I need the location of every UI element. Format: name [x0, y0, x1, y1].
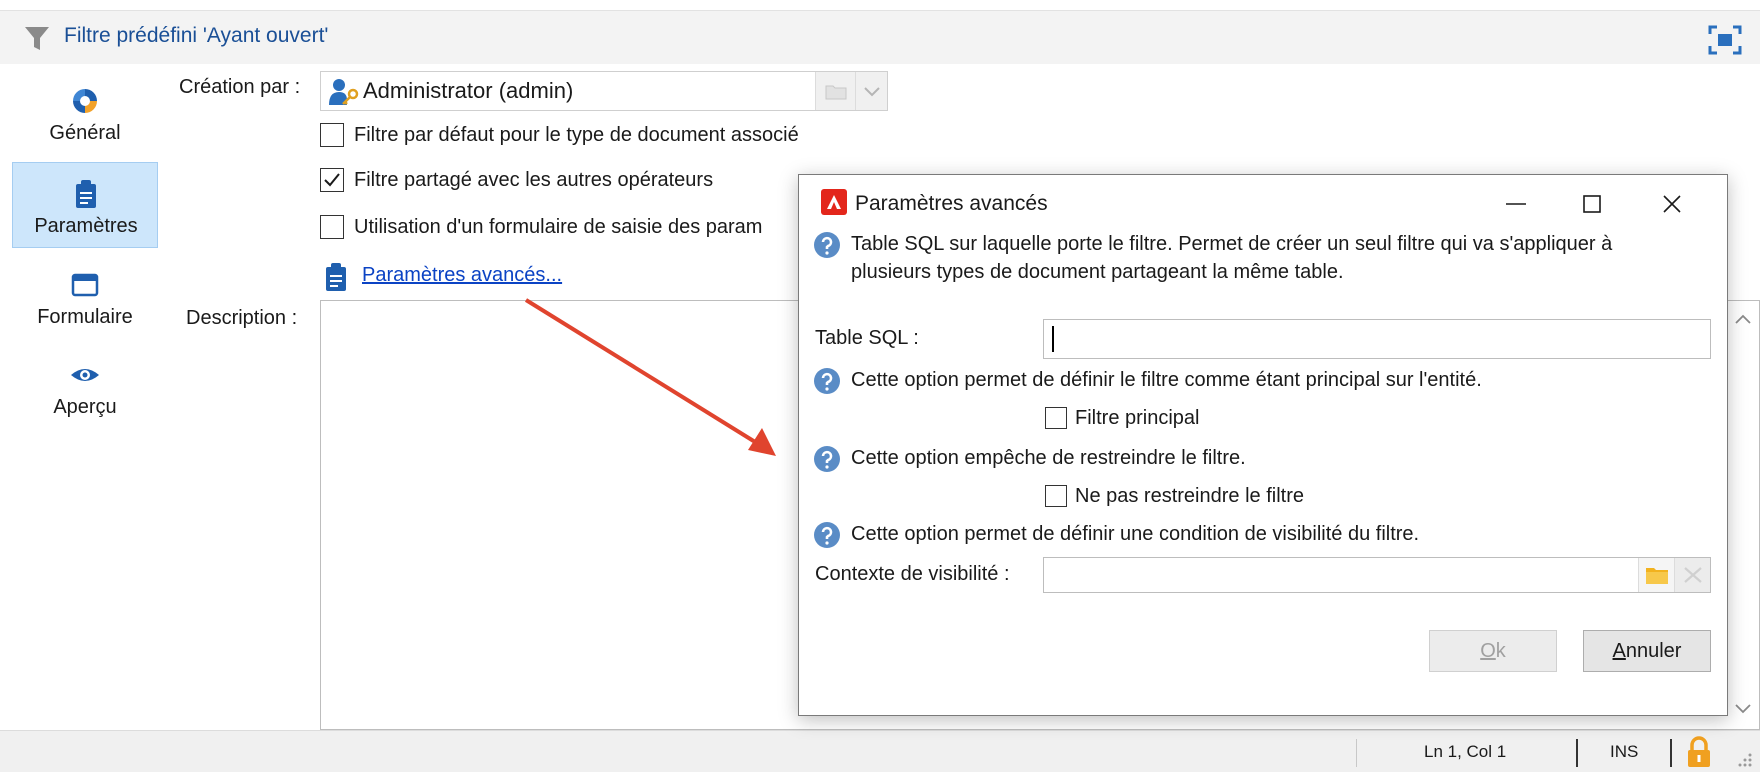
visibility-context-label: Contexte de visibilité : — [815, 563, 1010, 585]
no-restrict-label: Ne pas restreindre le filtre — [1075, 485, 1304, 507]
default-filter-checkbox[interactable] — [320, 123, 344, 147]
general-icon — [73, 89, 97, 113]
help-icon — [814, 522, 840, 548]
cursor-position: Ln 1, Col 1 — [1424, 742, 1507, 761]
maximize-icon[interactable] — [1708, 25, 1742, 55]
creator-label: Création par : — [179, 76, 301, 98]
scroll-up-icon[interactable] — [1734, 312, 1752, 326]
help-sql-text-1: Table SQL sur laquelle porte le filtre. … — [851, 233, 1613, 255]
clear-icon — [1684, 567, 1702, 583]
sidebar-item-label: Aperçu — [53, 396, 117, 418]
status-divider — [1576, 739, 1578, 767]
cancel-button[interactable]: Annuler — [1583, 630, 1711, 672]
visibility-clear-button[interactable] — [1674, 558, 1710, 592]
visibility-folder-button[interactable] — [1638, 558, 1674, 592]
sidebar-item-general[interactable]: Général — [12, 70, 158, 156]
description-label: Description : — [186, 307, 298, 329]
clipboard-icon — [326, 263, 346, 291]
maximize-button[interactable] — [1557, 179, 1627, 229]
status-divider — [1670, 739, 1672, 767]
clipboard-icon — [76, 180, 96, 208]
dialog-title: Paramètres avancés — [855, 192, 1048, 215]
help-visibility-text: Cette option permet de définir une condi… — [851, 523, 1420, 545]
checkmark-icon — [324, 173, 340, 187]
folder-icon — [1646, 568, 1668, 584]
creator-dropdown-button[interactable] — [855, 72, 887, 110]
minimize-button[interactable] — [1481, 179, 1551, 229]
chevron-down-icon — [864, 87, 880, 97]
sql-table-label: Table SQL : — [815, 327, 919, 349]
dialog-titlebar[interactable]: Paramètres avancés — [799, 175, 1727, 237]
advanced-settings-dialog: Paramètres avancés Table SQL sur laquell… — [798, 174, 1728, 716]
status-divider — [1356, 739, 1357, 767]
filter-icon — [25, 27, 49, 50]
help-restrict-text: Cette option empêche de restreindre le f… — [851, 447, 1246, 469]
header-bar: Filtre prédéfini 'Ayant ouvert' — [0, 10, 1760, 64]
no-restrict-checkbox[interactable] — [1045, 485, 1067, 507]
creator-field[interactable]: Administrator (admin) — [320, 71, 888, 111]
input-form-label: Utilisation d'un formulaire de saisie de… — [354, 216, 763, 238]
help-icon — [814, 446, 840, 472]
user-key-icon — [329, 79, 359, 105]
main-filter-checkbox[interactable] — [1045, 407, 1067, 429]
adobe-app-icon — [821, 189, 847, 215]
lock-icon[interactable] — [1686, 735, 1712, 769]
input-form-checkbox[interactable] — [320, 215, 344, 239]
default-filter-label: Filtre par défaut pour le type de docume… — [354, 124, 799, 146]
sidebar-item-formulaire[interactable]: Formulaire — [12, 254, 158, 340]
creator-folder-button[interactable] — [815, 72, 855, 110]
shared-filter-label: Filtre partagé avec les autres opérateur… — [354, 169, 714, 191]
form-icon — [71, 273, 99, 297]
shared-filter-checkbox[interactable] — [320, 168, 344, 192]
text-caret — [1052, 326, 1054, 352]
minimize-icon — [1506, 203, 1526, 205]
sql-table-input[interactable] — [1043, 319, 1711, 359]
filter-editor-window: Filtre prédéfini 'Ayant ouvert' Général — [0, 0, 1760, 772]
main-filter-label: Filtre principal — [1075, 407, 1200, 429]
help-icon — [814, 232, 840, 258]
status-bar: Ln 1, Col 1 INS — [0, 730, 1760, 772]
help-sql-text-2: plusieurs types de document partageant l… — [851, 261, 1344, 283]
visibility-context-input[interactable] — [1043, 557, 1711, 593]
eye-icon — [71, 369, 99, 381]
sidebar-item-label: Général — [49, 122, 121, 144]
advanced-settings-link[interactable]: Paramètres avancés... — [362, 264, 562, 287]
sidebar-item-apercu[interactable]: Aperçu — [12, 344, 158, 430]
help-icon — [814, 368, 840, 394]
maximize-icon — [1583, 195, 1601, 213]
insert-mode: INS — [1610, 742, 1639, 761]
folder-icon — [825, 85, 847, 100]
close-icon — [1663, 195, 1681, 213]
help-main-text: Cette option permet de définir le filtre… — [851, 369, 1482, 391]
sidebar-item-label: Formulaire — [37, 306, 133, 328]
page-title: Filtre prédéfini 'Ayant ouvert' — [64, 24, 329, 47]
sidebar-item-label: Paramètres — [34, 215, 138, 237]
scroll-down-icon[interactable] — [1734, 702, 1752, 716]
creator-value: Administrator (admin) — [363, 78, 574, 103]
sidebar-item-parametres[interactable]: Paramètres — [12, 162, 158, 248]
close-button[interactable] — [1637, 179, 1707, 229]
ok-button[interactable]: Ok — [1429, 630, 1557, 672]
resize-grip-icon[interactable] — [1734, 751, 1754, 769]
